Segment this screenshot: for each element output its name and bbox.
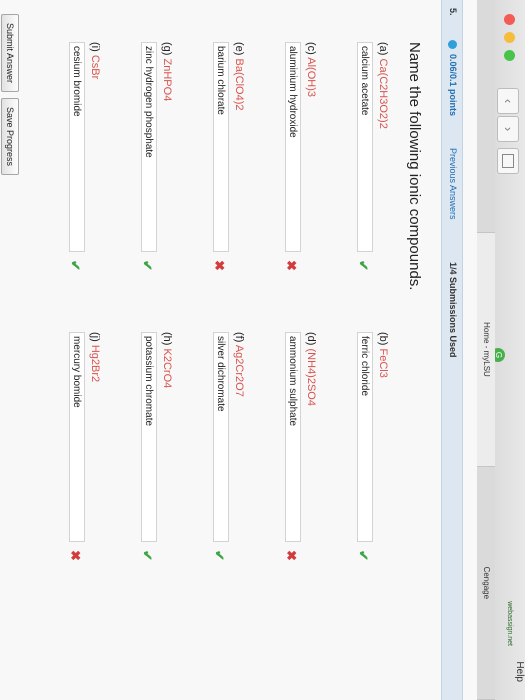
- compound-formula: (i) CsBr: [89, 42, 101, 302]
- sidebar-toggle-button[interactable]: [497, 148, 519, 174]
- address-bar[interactable]: webassign.net: [506, 601, 513, 646]
- tab-strip: Home - myLSU Cengage: [477, 0, 495, 700]
- answer-input[interactable]: mercury bomide: [69, 332, 85, 542]
- previous-answers-link[interactable]: Previous Answers: [448, 148, 458, 220]
- compound-formula: (f) Ag2Cr2O7: [233, 332, 245, 592]
- formula-text: (NH4)2SO4: [305, 348, 317, 406]
- item-label: (b): [377, 332, 389, 346]
- x-mark-icon: ✖: [212, 260, 227, 271]
- compound-formula: (j) Hg2Br2: [89, 332, 101, 592]
- answer-input[interactable]: potassium chromate: [141, 332, 157, 542]
- answer-item: (f) Ag2Cr2O7 silver dichromate ✔: [212, 332, 245, 592]
- answer-input[interactable]: ferric chloride: [357, 332, 373, 542]
- formula-text: Ag2Cr2O7: [233, 344, 245, 397]
- page-content: 5. 0.06/0.1 points Previous Answers 1/4 …: [0, 0, 477, 700]
- checkmark-icon: ✔: [212, 550, 227, 561]
- question-number: 5.: [448, 8, 458, 16]
- item-label: (a): [377, 42, 389, 56]
- x-mark-icon: ✖: [284, 550, 299, 561]
- browser-chrome: ‹ › Help G webassign.net Home - myLSU Ce…: [476, 0, 525, 700]
- answer-input[interactable]: cesium bromide: [69, 42, 85, 252]
- item-label: (i): [89, 42, 101, 52]
- item-label: (f): [233, 332, 245, 343]
- answer-item: (j) Hg2Br2 mercury bomide ✖: [68, 332, 101, 592]
- checkmark-icon: ✔: [356, 550, 371, 561]
- formula-text: Ba(ClO4)2: [233, 58, 245, 111]
- item-label: (d): [305, 332, 317, 346]
- compound-formula: (d) (NH4)2SO4: [305, 332, 317, 592]
- formula-text: K2CrO4: [161, 348, 173, 389]
- answer-item: (c) Al(OH)3 aluminium hydroxide ✖: [284, 42, 317, 302]
- checkmark-icon: ✔: [140, 260, 155, 271]
- item-label: (g): [161, 42, 173, 56]
- answer-input[interactable]: ammonium sulphate: [285, 332, 301, 542]
- question-header: 5. 0.06/0.1 points Previous Answers 1/4 …: [441, 0, 463, 700]
- points-icon: [448, 40, 457, 49]
- answer-item: (d) (NH4)2SO4 ammonium sulphate ✖: [284, 332, 317, 592]
- compound-formula: (e) Ba(ClO4)2: [233, 42, 245, 302]
- save-progress-button[interactable]: Save Progress: [1, 98, 19, 176]
- checkmark-icon: ✔: [356, 260, 371, 271]
- item-label: (h): [161, 332, 173, 346]
- question-prompt: Name the following ionic compounds.: [406, 42, 423, 291]
- answer-input[interactable]: barium chlorate: [213, 42, 229, 252]
- formula-text: FeCl3: [377, 348, 389, 378]
- compound-formula: (a) Ca(C2H3O2)2: [377, 42, 389, 302]
- points-score: 0.06/0.1 points: [448, 54, 458, 117]
- compound-formula: (c) Al(OH)3: [305, 42, 317, 302]
- answer-input[interactable]: silver dichromate: [213, 332, 229, 542]
- item-label: (j): [89, 332, 101, 342]
- back-button[interactable]: ‹: [497, 88, 519, 114]
- action-buttons: Submit Answer Save Progress: [1, 14, 19, 176]
- answer-item: (g) ZnHPO4 zinc hydrogen phosphate ✔: [140, 42, 173, 302]
- compound-formula: (h) K2CrO4: [161, 332, 173, 592]
- checkmark-icon: ✔: [140, 550, 155, 561]
- formula-text: ZnHPO4: [161, 58, 173, 102]
- answer-item: (a) Ca(C2H3O2)2 calcium acetate ✔: [356, 42, 389, 302]
- tab-cengage[interactable]: Cengage: [477, 466, 495, 700]
- compound-formula: (b) FeCl3: [377, 332, 389, 592]
- formula-text: Al(OH)3: [305, 57, 317, 98]
- item-label: (c): [305, 42, 317, 55]
- answer-item: (e) Ba(ClO4)2 barium chlorate ✖: [212, 42, 245, 302]
- submissions-count: 1/4 Submissions Used: [448, 262, 458, 358]
- tab-mylsu[interactable]: Home - myLSU: [477, 233, 495, 467]
- window-controls: [504, 14, 515, 61]
- item-label: (e): [233, 42, 245, 56]
- forward-button[interactable]: ›: [497, 116, 519, 142]
- menu-help[interactable]: Help: [514, 661, 525, 682]
- formula-text: Ca(C2H3O2)2: [377, 58, 389, 129]
- screen: ‹ › Help G webassign.net Home - myLSU Ce…: [0, 0, 525, 700]
- x-mark-icon: ✖: [284, 260, 299, 271]
- checkmark-icon: ✔: [68, 260, 83, 271]
- minimize-window-button[interactable]: [504, 32, 515, 43]
- formula-text: CsBr: [89, 54, 101, 80]
- nav-buttons: ‹ ›: [497, 88, 519, 142]
- maximize-window-button[interactable]: [504, 50, 515, 61]
- compound-formula: (g) ZnHPO4: [161, 42, 173, 302]
- submit-answer-button[interactable]: Submit Answer: [1, 14, 19, 93]
- answer-input[interactable]: aluminium hydroxide: [285, 42, 301, 252]
- tab-blank[interactable]: [477, 0, 495, 234]
- close-window-button[interactable]: [504, 14, 515, 25]
- answer-item: (b) FeCl3 ferric chloride ✔: [356, 332, 389, 592]
- answer-input[interactable]: zinc hydrogen phosphate: [141, 42, 157, 252]
- answer-item: (i) CsBr cesium bromide ✔: [68, 42, 101, 302]
- answer-input[interactable]: calcium acetate: [357, 42, 373, 252]
- answer-item: (h) K2CrO4 potassium chromate ✔: [140, 332, 173, 592]
- x-mark-icon: ✖: [68, 550, 83, 561]
- formula-text: Hg2Br2: [89, 344, 101, 383]
